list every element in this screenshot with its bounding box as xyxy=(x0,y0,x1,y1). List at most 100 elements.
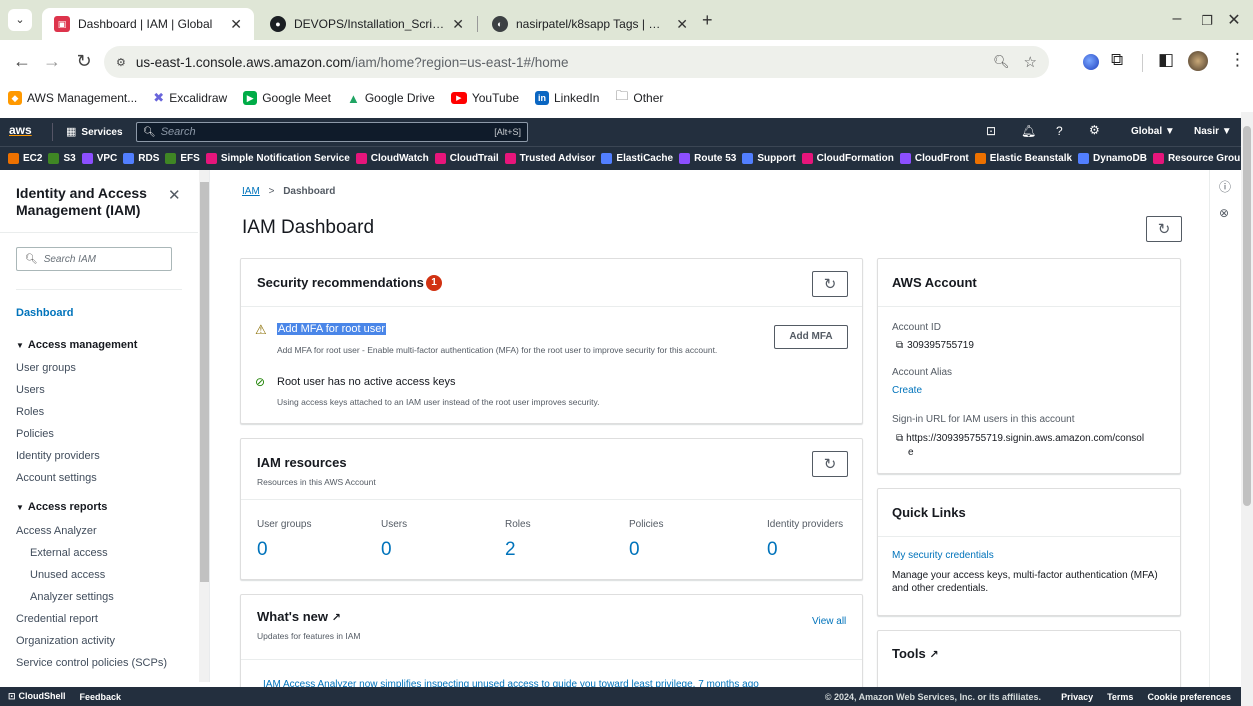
excalidraw-icon: ✖ xyxy=(153,90,165,105)
page-refresh-button[interactable]: ↻ xyxy=(1146,216,1182,242)
region-selector[interactable]: Global ▼ xyxy=(1131,126,1175,137)
close-icon[interactable]: ✕ xyxy=(230,16,242,33)
bookmark-star-icon[interactable]: ☆ xyxy=(1024,53,1037,71)
sidebar-item-user-groups[interactable]: User groups xyxy=(16,362,76,374)
sidebar-item-identity-providers[interactable]: Identity providers xyxy=(16,450,100,462)
favorite-service-11[interactable]: Support xyxy=(742,153,796,164)
close-icon[interactable]: ✕ xyxy=(676,16,688,33)
settings-icon[interactable]: ⚙ xyxy=(1089,123,1100,137)
resource-count-link[interactable]: 0 xyxy=(381,539,392,561)
favorite-service-8[interactable]: Trusted Advisor xyxy=(504,153,595,164)
favorite-service-3[interactable]: RDS xyxy=(123,153,159,164)
bookmark-youtube[interactable]: ▶ YouTube xyxy=(450,91,519,105)
profile-avatar[interactable] xyxy=(1188,51,1208,71)
sidebar-item-policies[interactable]: Policies xyxy=(16,428,54,440)
favorite-service-10[interactable]: Route 53 xyxy=(679,153,736,164)
privacy-link[interactable]: Privacy xyxy=(1061,692,1093,702)
favorite-service-15[interactable]: DynamoDB xyxy=(1078,153,1147,164)
tab-iam-dashboard[interactable]: ▣ Dashboard | IAM | Global ✕ xyxy=(42,8,254,40)
window-close-icon[interactable]: ✕ xyxy=(1224,10,1244,30)
page-scrollbar[interactable] xyxy=(1241,112,1253,706)
favorite-service-0[interactable]: EC2 xyxy=(8,153,42,164)
favorite-service-13[interactable]: CloudFront xyxy=(899,153,969,164)
close-icon[interactable]: ✕ xyxy=(452,16,464,33)
sidebar-close-icon[interactable]: ✕ xyxy=(168,186,181,204)
cookie-preferences-link[interactable]: Cookie preferences xyxy=(1147,692,1231,702)
sidebar-item-unused-access[interactable]: Unused access xyxy=(30,569,105,581)
reload-icon[interactable]: ↻ xyxy=(74,52,94,70)
bookmark-aws[interactable]: ◆ AWS Management... xyxy=(8,91,137,105)
favorite-service-4[interactable]: EFS xyxy=(165,153,200,164)
side-panel-icon[interactable]: ◧ xyxy=(1158,50,1174,70)
zoom-icon[interactable]: 🔍︎ xyxy=(993,54,1010,70)
terms-link[interactable]: Terms xyxy=(1107,692,1133,702)
rec-mfa-title[interactable]: Add MFA for root user xyxy=(277,323,386,335)
account-menu[interactable]: Nasir ▼ xyxy=(1194,126,1232,137)
browser-menu-icon[interactable]: ⋮ xyxy=(1229,50,1246,70)
sidebar-item-account-settings[interactable]: Account settings xyxy=(16,472,97,484)
bookmark-excalidraw[interactable]: ✖ Excalidraw xyxy=(153,90,227,106)
copy-icon[interactable]: ⧉ xyxy=(896,340,903,351)
favorite-service-12[interactable]: CloudFormation xyxy=(801,153,894,164)
notifications-icon[interactable]: 🔔︎ xyxy=(1021,124,1036,138)
sidebar-item-service-control-policies-scps-[interactable]: Service control policies (SCPs) xyxy=(16,657,167,669)
section-access-reports[interactable]: ▼ Access reports xyxy=(16,501,107,513)
forward-icon[interactable]: → xyxy=(42,52,62,70)
sidebar-item-dashboard[interactable]: Dashboard xyxy=(16,307,73,319)
resource-count-link[interactable]: 0 xyxy=(767,539,778,561)
sidebar-item-access-analyzer[interactable]: Access Analyzer xyxy=(16,525,97,537)
create-alias-link[interactable]: Create xyxy=(892,385,922,396)
extension-icon[interactable] xyxy=(1083,54,1099,70)
sidebar-item-roles[interactable]: Roles xyxy=(16,406,44,418)
cloudshell-icon[interactable]: ⊡ xyxy=(986,124,996,138)
address-bar[interactable]: ⚙ us-east-1.console.aws.amazon.com/iam/h… xyxy=(104,46,1049,78)
favorite-service-9[interactable]: ElastiCache xyxy=(601,153,673,164)
breadcrumb-iam-link[interactable]: IAM xyxy=(242,186,260,197)
security-credentials-link[interactable]: My security credentials xyxy=(892,550,994,561)
sidebar-item-credential-report[interactable]: Credential report xyxy=(16,613,98,625)
bookmark-other-folder[interactable]: 🗀 Other xyxy=(615,87,663,109)
feedback-footer-button[interactable]: Feedback xyxy=(80,692,122,702)
bookmark-linkedin[interactable]: in LinkedIn xyxy=(535,91,599,105)
favorite-service-7[interactable]: CloudTrail xyxy=(434,153,499,164)
site-settings-icon[interactable]: ⚙ xyxy=(116,56,126,69)
favorite-service-5[interactable]: Simple Notification Service xyxy=(205,153,350,164)
favorite-service-14[interactable]: Elastic Beanstalk xyxy=(974,153,1072,164)
new-tab-button[interactable]: + xyxy=(702,10,713,31)
help-icon[interactable]: ? xyxy=(1056,124,1063,138)
favorite-service-6[interactable]: CloudWatch xyxy=(355,153,429,164)
add-mfa-button[interactable]: Add MFA xyxy=(774,325,848,349)
sidebar-item-analyzer-settings[interactable]: Analyzer settings xyxy=(30,591,114,603)
aws-logo[interactable]: aws xyxy=(9,123,32,137)
tab-search-button[interactable]: ⌄ xyxy=(8,9,32,31)
cloudshell-footer-button[interactable]: ⊡ CloudShell xyxy=(8,691,66,702)
resources-refresh-button[interactable]: ↻ xyxy=(812,451,848,477)
sidebar-scrollbar[interactable] xyxy=(199,170,209,682)
resource-count-link[interactable]: 2 xyxy=(505,539,516,561)
favorite-service-1[interactable]: S3 xyxy=(48,153,76,164)
resource-count-link[interactable]: 0 xyxy=(257,539,268,561)
extensions-puzzle-icon[interactable]: ⧉ xyxy=(1111,50,1123,70)
view-all-link[interactable]: View all xyxy=(812,616,846,627)
restore-icon[interactable]: ❐ xyxy=(1197,13,1217,29)
tab-docker[interactable]: ◐ nasirpatel/k8sapp Tags | Docker ✕ xyxy=(480,8,700,40)
sidebar-item-users[interactable]: Users xyxy=(16,384,45,396)
bookmark-google-meet[interactable]: ▶ Google Meet xyxy=(243,91,331,105)
sidebar-item-external-access[interactable]: External access xyxy=(30,547,108,559)
sidebar-search-input[interactable]: 🔍︎ Search IAM xyxy=(16,247,172,271)
copy-icon[interactable]: ⧉ xyxy=(896,433,903,444)
minimize-icon[interactable]: – xyxy=(1167,10,1187,28)
back-icon[interactable]: ← xyxy=(12,52,32,70)
resource-count-link[interactable]: 0 xyxy=(629,539,640,561)
tab-github[interactable]: ● DEVOPS/Installation_Scripts/Ku ✕ xyxy=(258,8,476,40)
sidebar-item-organization-activity[interactable]: Organization activity xyxy=(16,635,115,647)
section-access-management[interactable]: ▼ Access management xyxy=(16,339,137,351)
security-refresh-button[interactable]: ↻ xyxy=(812,271,848,297)
bookmark-google-drive[interactable]: ▲ Google Drive xyxy=(347,91,435,106)
explore-icon[interactable]: ⊗ xyxy=(1219,206,1229,220)
favorite-service-2[interactable]: VPC xyxy=(81,153,117,164)
aws-search-input[interactable]: 🔍︎ Search [Alt+S] xyxy=(136,122,528,142)
info-icon[interactable]: ⓘ xyxy=(1219,178,1231,195)
services-menu[interactable]: ▦ Services xyxy=(66,125,123,138)
favorite-service-16[interactable]: Resource Grou xyxy=(1152,153,1240,164)
